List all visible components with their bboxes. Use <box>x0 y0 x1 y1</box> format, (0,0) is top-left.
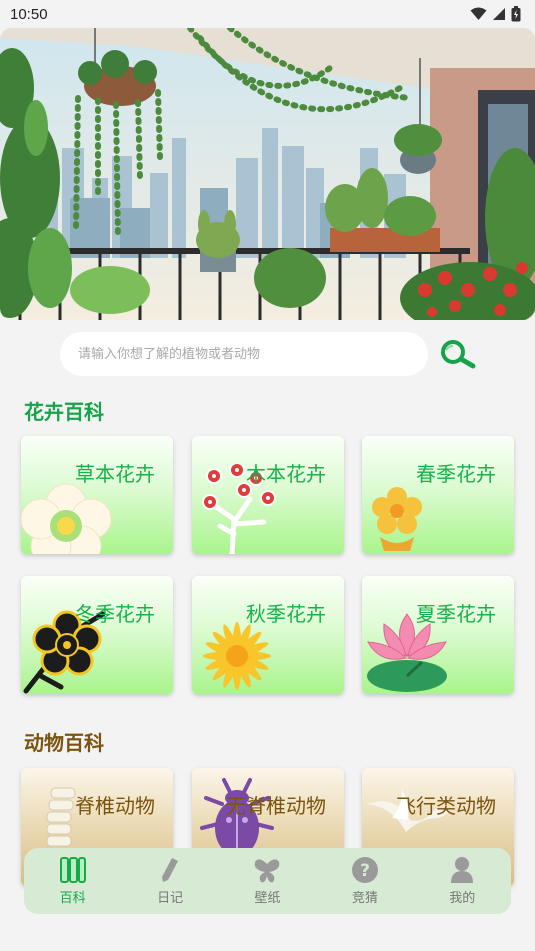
search-input[interactable] <box>60 332 428 376</box>
card-label: 秋季花卉 <box>246 602 326 626</box>
card-label: 飞行类动物 <box>396 794 496 818</box>
card-label: 脊椎动物 <box>75 794 155 818</box>
card-autumn-flowers[interactable]: 秋季花卉 <box>192 576 344 694</box>
question-icon: ? <box>351 856 379 884</box>
card-label: 草本花卉 <box>75 462 155 486</box>
balcony-garden-illustration <box>0 28 535 320</box>
user-icon <box>448 856 476 884</box>
search-icon <box>441 340 476 369</box>
search-bar <box>0 332 535 376</box>
nav-item-diary[interactable]: 日记 <box>130 856 210 906</box>
card-label: 木本花卉 <box>246 462 326 486</box>
flower-section-title: 花卉百科 <box>24 400 104 424</box>
card-winter-flowers[interactable]: 冬季花卉 <box>21 576 173 694</box>
signal-icon <box>493 8 505 20</box>
nav-item-encyclopedia[interactable]: 百科 <box>33 856 113 906</box>
search-button[interactable] <box>438 336 478 372</box>
card-woody-flowers[interactable]: 木本花卉 <box>192 436 344 554</box>
app-screen: 10:50 请输入你想了解的植物或者动物 花卉百科 草本花卉 木本花卉 春季花卉… <box>0 0 535 951</box>
nav-item-wallpaper[interactable]: 壁纸 <box>227 856 307 906</box>
nav-label: 百科 <box>59 891 86 906</box>
yellow-flower-icon <box>372 487 422 551</box>
hero-banner <box>0 28 535 320</box>
spine-icon <box>46 787 76 847</box>
nav-label: 日记 <box>157 891 184 906</box>
nav-label: 壁纸 <box>254 891 281 906</box>
card-label: 夏季花卉 <box>416 602 496 626</box>
status-time: 10:50 <box>10 5 48 23</box>
battery-icon <box>511 6 521 22</box>
nav-label: 我的 <box>449 891 476 906</box>
nav-item-profile[interactable]: 我的 <box>422 856 502 906</box>
svg-text:?: ? <box>360 861 370 881</box>
wifi-icon <box>470 7 487 20</box>
card-label: 冬季花卉 <box>75 602 155 626</box>
animal-section-title: 动物百科 <box>24 731 104 755</box>
nav-label: 竞猜 <box>351 891 378 906</box>
status-icons <box>470 6 521 22</box>
nav-item-quiz[interactable]: ? 竞猜 <box>325 856 405 906</box>
card-label: 无脊椎动物 <box>226 794 326 818</box>
bottom-navigation: 百科 日记 壁纸 ? 竞猜 我的 <box>24 848 511 914</box>
books-icon <box>59 856 87 884</box>
card-spring-flowers[interactable]: 春季花卉 <box>362 436 514 554</box>
status-bar: 10:50 <box>0 0 535 28</box>
card-label: 春季花卉 <box>416 462 496 486</box>
card-summer-flowers[interactable]: 夏季花卉 <box>362 576 514 694</box>
butterfly-icon <box>253 856 281 884</box>
pencil-icon <box>156 856 184 884</box>
card-herbaceous-flowers[interactable]: 草本花卉 <box>21 436 173 554</box>
